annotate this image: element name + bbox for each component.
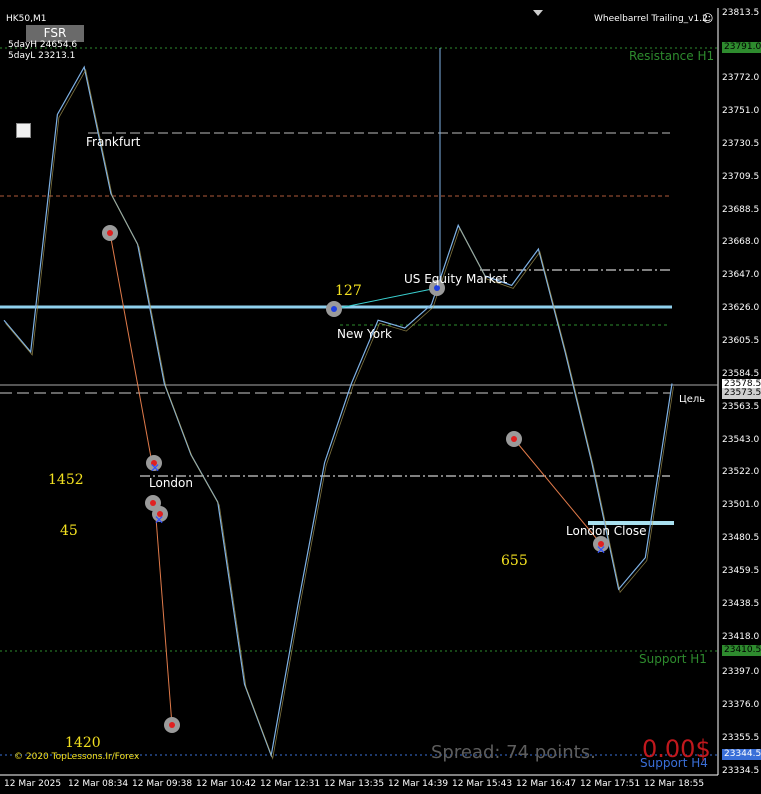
price-tick: 23709.5: [722, 172, 760, 182]
time-tick: 12 Mar 08:34: [68, 779, 129, 789]
price-tick: 23397.0: [722, 667, 760, 677]
smiley-icon: ☺: [702, 12, 714, 25]
day-low-label: 5dayL 23213.1: [8, 51, 76, 61]
price-tick: 23605.5: [722, 336, 760, 346]
trade-marker[interactable]: [164, 717, 180, 733]
copyright-label: © 2020 TopLessons.Ir/Forex: [14, 752, 140, 762]
trade-cross-icon: ✕: [150, 461, 160, 475]
time-tick: 12 Mar 17:51: [580, 779, 641, 789]
support-h4-price-tag: 23344.5: [722, 749, 761, 760]
panel-checkbox[interactable]: [16, 123, 31, 138]
price-tick: 23668.0: [722, 237, 760, 247]
target-price-tag: 23573.5: [722, 388, 761, 399]
session-frankfurt: Frankfurt: [86, 135, 141, 149]
price-tick: 23334.5: [722, 766, 760, 776]
day-high-label: 5dayH 24654.6: [8, 40, 78, 50]
time-tick: 12 Mar 2025: [4, 779, 62, 789]
target-label: Цель: [679, 394, 706, 405]
counter-127: 127: [335, 283, 362, 299]
session-london: London: [149, 476, 193, 490]
price-tick: 23584.5: [722, 369, 760, 379]
price-tick: 23730.5: [722, 139, 760, 149]
time-tick: 12 Mar 12:31: [260, 779, 321, 789]
resistance-h1-label: Resistance H1: [629, 49, 715, 63]
time-tick: 12 Mar 13:35: [324, 779, 385, 789]
support-h1-price-tag: 23410.5: [722, 645, 761, 656]
price-tick: 23647.0: [722, 270, 760, 280]
price-tick: 23522.0: [722, 467, 760, 477]
price-tick: 23355.5: [722, 733, 760, 743]
price-tick: 23563.5: [722, 402, 760, 412]
symbol-label: HK50,M1: [6, 14, 47, 24]
price-tick: 23376.0: [722, 700, 760, 710]
counter-655: 655: [501, 553, 528, 569]
time-tick: 12 Mar 16:47: [516, 779, 577, 789]
shift-marker-icon[interactable]: [533, 10, 543, 16]
trade-line-1: [109, 232, 153, 464]
session-new-york: New York: [337, 327, 392, 341]
price-tick: 23751.0: [722, 106, 760, 116]
trade-line-2: [154, 504, 173, 726]
counter-45: 45: [60, 523, 78, 539]
price-tick: 23501.0: [722, 500, 760, 510]
price-tick: 23772.0: [722, 73, 760, 83]
profit-label: 0.00$: [642, 735, 711, 763]
trade-cross-icon: ✕: [596, 543, 606, 557]
price-tick: 23418.0: [722, 632, 760, 642]
resistance-price-tag: 23791.0: [722, 42, 761, 53]
trade-marker[interactable]: [102, 225, 118, 241]
price-chart[interactable]: ✕ ✕ ✕: [0, 0, 761, 794]
time-tick: 12 Mar 18:55: [644, 779, 705, 789]
price-tick: 23480.5: [722, 533, 760, 543]
time-tick: 12 Mar 14:39: [388, 779, 449, 789]
price-tick: 23626.0: [722, 303, 760, 313]
indicator-title: Wheelbarrel Trailing_v1.2: [594, 14, 708, 24]
spread-label: Spread: 74 points.: [431, 742, 596, 763]
time-tick: 12 Mar 10:42: [196, 779, 257, 789]
support-h1-label: Support H1: [639, 652, 707, 666]
trade-cross-icon: ✕: [154, 513, 164, 527]
price-series-line: [3, 65, 673, 758]
price-series-shadow: [5, 68, 674, 760]
counter-1420: 1420: [65, 735, 101, 751]
time-tick: 12 Mar 09:38: [132, 779, 193, 789]
price-tick: 23459.5: [722, 566, 760, 576]
time-tick: 12 Mar 15:43: [452, 779, 513, 789]
counter-1452: 1452: [48, 472, 84, 488]
price-tick: 23813.5: [722, 8, 760, 18]
price-tick: 23688.5: [722, 205, 760, 215]
price-tick: 23438.5: [722, 599, 760, 609]
price-tick: 23543.0: [722, 435, 760, 445]
session-london-close: London Close: [566, 524, 647, 538]
session-us-equity: US Equity Market: [404, 272, 508, 286]
trade-marker[interactable]: [506, 431, 522, 447]
trade-marker[interactable]: [326, 301, 342, 317]
